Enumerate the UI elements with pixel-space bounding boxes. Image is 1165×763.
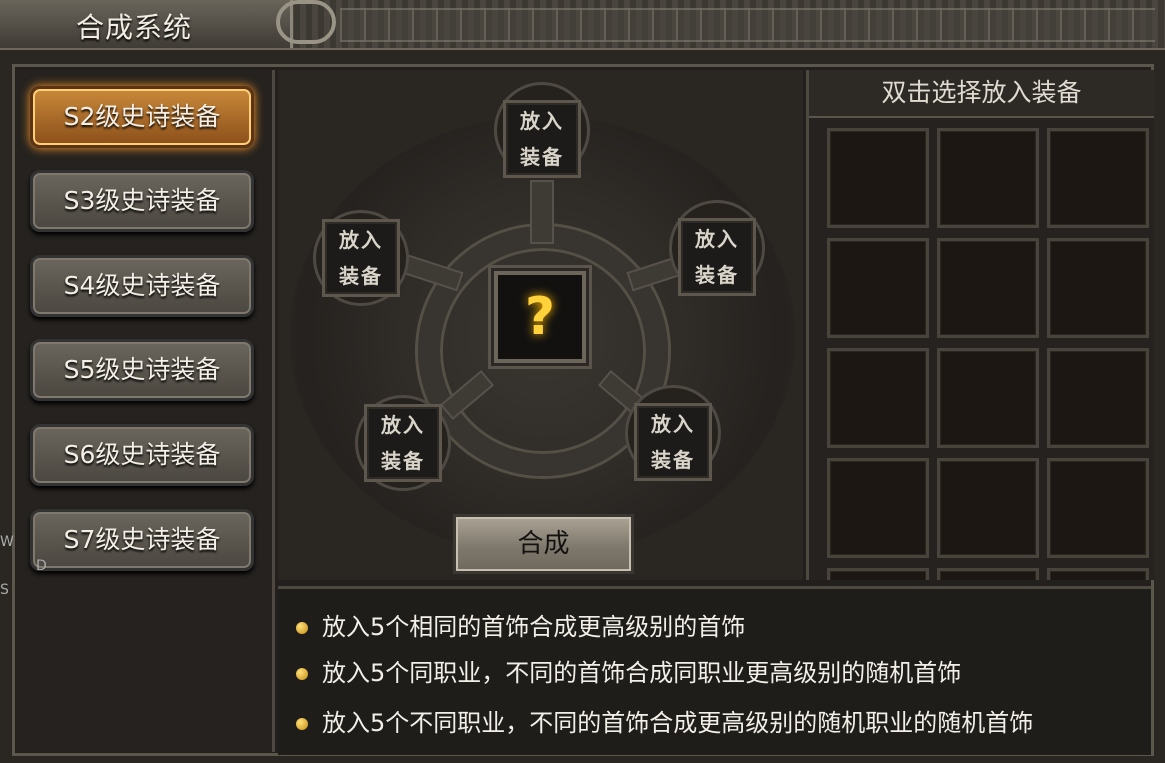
menu-item-s5[interactable]: S5级史诗装备: [30, 339, 254, 401]
title-bar: 合成系统: [0, 0, 1165, 50]
inventory-panel: 双击选择放入装备: [806, 70, 1154, 580]
inventory-cell[interactable]: [937, 238, 1039, 338]
menu-item-s6[interactable]: S6级史诗装备: [30, 424, 254, 486]
slot-label-line1: 放入: [520, 109, 564, 133]
slot-label-line1: 放入: [339, 228, 383, 252]
grade-menu: S2级史诗装备 S3级史诗装备 S4级史诗装备 S5级史诗装备 S6级史诗装备 …: [16, 70, 275, 752]
inventory-cell[interactable]: [1047, 348, 1149, 448]
inventory-cell[interactable]: [1047, 128, 1149, 228]
slot-label-line2: 装备: [651, 448, 695, 472]
description-line: 放入5个不同职业，不同的首饰合成更高级别的随机职业的随机首饰: [296, 703, 1033, 743]
slot-label-line2: 装备: [381, 449, 425, 473]
menu-item-s7[interactable]: S7级史诗装备: [30, 509, 254, 571]
description-text: 放入5个不同职业，不同的首饰合成更高级别的随机职业的随机首饰: [322, 709, 1034, 737]
equip-slot-bottom-left[interactable]: 放入 装备: [364, 404, 442, 482]
edge-letter: D: [36, 558, 47, 574]
inventory-cell[interactable]: [1047, 458, 1149, 558]
description-line: 放入5个同职业，不同的首饰合成同职业更高级别的随机首饰: [296, 653, 961, 693]
edge-letter: S: [0, 582, 9, 598]
inventory-cell[interactable]: [937, 348, 1039, 448]
craft-button[interactable]: 合成: [453, 514, 634, 574]
window-title: 合成系统: [76, 11, 193, 44]
equip-slot-left[interactable]: 放入 装备: [322, 219, 400, 297]
slot-label-line1: 放入: [651, 412, 695, 436]
bullet-icon: [296, 668, 308, 680]
result-slot[interactable]: ?: [494, 271, 586, 363]
slot-label-line2: 装备: [520, 145, 564, 169]
inventory-cell[interactable]: [827, 568, 929, 580]
crafting-window: 合成系统 S2级史诗装备 S3级史诗装备 S4级史诗装备 S5级史诗装备 S6级…: [0, 0, 1165, 763]
inventory-cell[interactable]: [1047, 568, 1149, 580]
menu-item-s3[interactable]: S3级史诗装备: [30, 170, 254, 232]
inventory-cell[interactable]: [827, 458, 929, 558]
background-edge-text: W D S: [0, 530, 47, 602]
description-text: 放入5个同职业，不同的首饰合成同职业更高级别的随机首饰: [322, 659, 962, 687]
inventory-cell[interactable]: [937, 568, 1039, 580]
equip-slot-top[interactable]: 放入 装备: [503, 100, 581, 178]
menu-item-s4[interactable]: S4级史诗装备: [30, 255, 254, 317]
inventory-cell[interactable]: [937, 458, 1039, 558]
slot-label-line1: 放入: [695, 227, 739, 251]
inventory-header: 双击选择放入装备: [809, 70, 1154, 118]
description-line: 放入5个相同的首饰合成更高级别的首饰: [296, 607, 745, 647]
description-text: 放入5个相同的首饰合成更高级别的首饰: [322, 613, 746, 641]
equip-slot-bottom-right[interactable]: 放入 装备: [634, 403, 712, 481]
equip-slot-right[interactable]: 放入 装备: [678, 218, 756, 296]
inventory-cell[interactable]: [827, 238, 929, 338]
inventory-cell[interactable]: [827, 128, 929, 228]
knot-ornament-icon: [276, 0, 336, 44]
inventory-cell[interactable]: [827, 348, 929, 448]
slot-label-line2: 装备: [695, 263, 739, 287]
slot-label-line1: 放入: [381, 413, 425, 437]
menu-item-s2[interactable]: S2级史诗装备: [30, 86, 254, 148]
inventory-cell[interactable]: [1047, 238, 1149, 338]
description-panel: 放入5个相同的首饰合成更高级别的首饰 放入5个同职业，不同的首饰合成同职业更高级…: [278, 586, 1151, 755]
title-ornament: [340, 8, 1155, 42]
bullet-icon: [296, 622, 308, 634]
spoke-top: [530, 180, 554, 244]
inventory-cell[interactable]: [937, 128, 1039, 228]
slot-label-line2: 装备: [339, 264, 383, 288]
title-tab: 合成系统: [0, 0, 293, 48]
edge-letter: W: [0, 534, 14, 550]
bullet-icon: [296, 718, 308, 730]
